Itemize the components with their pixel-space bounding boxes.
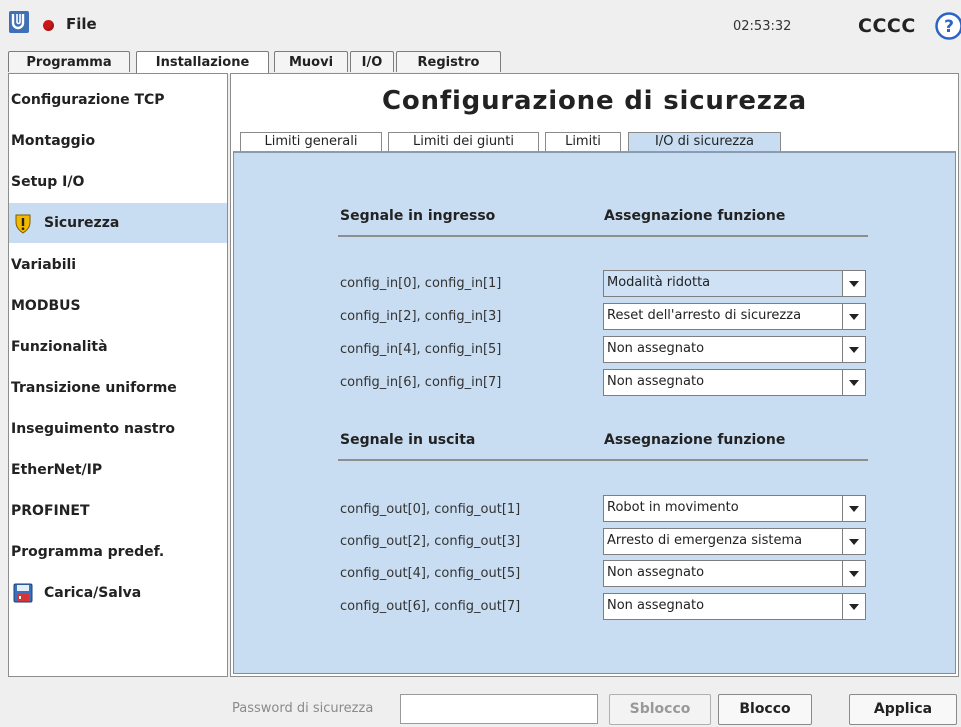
divider (338, 235, 868, 237)
sidebar-item-label: EtherNet/IP (11, 462, 103, 478)
dropdown-arrow-icon[interactable] (842, 271, 865, 296)
tab-registro[interactable]: Registro (396, 51, 501, 72)
sidebar-item-label: Montaggio (11, 133, 96, 149)
dropdown-arrow-icon[interactable] (842, 304, 865, 329)
sidebar-item-ethernet-ip[interactable]: EtherNet/IP (9, 450, 227, 490)
output-function-select[interactable]: Arresto di emergenza sistema (603, 528, 866, 555)
sidebar-item-modbus[interactable]: MODBUS (9, 286, 227, 326)
sidebar-item-label: Transizione uniforme (11, 380, 177, 396)
tab-limiti-dei-giunti[interactable]: Limiti dei giunti (388, 132, 539, 152)
tab-programma[interactable]: Programma (8, 51, 130, 72)
input-function-select[interactable]: Non assegnato (603, 369, 866, 396)
sidebar-item-variabili[interactable]: Variabili (9, 245, 227, 285)
unlock-button[interactable]: Sblocco (609, 694, 711, 725)
dropdown-arrow-icon[interactable] (842, 561, 865, 586)
divider (338, 459, 868, 461)
input-function-select[interactable]: Modalità ridotta (603, 270, 866, 297)
output-signal-label: config_out[6], config_out[7] (340, 599, 521, 614)
output-function-select[interactable]: Robot in movimento (603, 495, 866, 522)
bottom-bar: Password di sicurezza Sblocco Blocco App… (0, 677, 961, 727)
output-signal-label: config_out[0], config_out[1] (340, 502, 521, 517)
input-signal-header: Segnale in ingresso (340, 208, 496, 224)
sidebar-item-label: MODBUS (11, 298, 81, 314)
output-signal-label: config_out[2], config_out[3] (340, 534, 521, 549)
sidebar-item-label: PROFINET (11, 503, 90, 519)
sidebar-item-label: Variabili (11, 257, 77, 273)
tab-limiti-generali[interactable]: Limiti generali (240, 132, 382, 152)
input-function-select[interactable]: Non assegnato (603, 336, 866, 363)
sidebar-item-label: Funzionalità (11, 339, 108, 355)
universal-robots-logo-icon (9, 11, 29, 33)
sidebar-item-inseguimento-nastro[interactable]: Inseguimento nastro (9, 409, 227, 449)
apply-button[interactable]: Applica (849, 694, 957, 725)
select-value: Reset dell'arresto di sicurezza (607, 308, 802, 323)
sidebar-item-funzionalita[interactable]: Funzionalità (9, 327, 227, 367)
output-signal-label: config_out[4], config_out[5] (340, 566, 521, 581)
lock-button[interactable]: Blocco (718, 694, 812, 725)
sidebar-item-programma-predef[interactable]: Programma predef. (9, 532, 227, 572)
sidebar-item-setup-io[interactable]: Setup I/O (9, 162, 227, 202)
input-signal-label: config_in[6], config_in[7] (340, 375, 502, 390)
floppy-disk-icon (13, 583, 33, 603)
sidebar-item-configurazione-tcp[interactable]: Configurazione TCP (9, 80, 227, 120)
svg-text:?: ? (944, 17, 954, 37)
dropdown-arrow-icon[interactable] (842, 594, 865, 619)
output-function-select[interactable]: Non assegnato (603, 560, 866, 587)
input-signal-label: config_in[4], config_in[5] (340, 342, 502, 357)
output-function-select[interactable]: Non assegnato (603, 593, 866, 620)
content-area: Configurazione di sicurezza Limiti gener… (230, 73, 959, 677)
sidebar-item-profinet[interactable]: PROFINET (9, 491, 227, 531)
robot-name: CCCC (858, 15, 916, 37)
select-value: Modalità ridotta (607, 275, 711, 290)
sidebar-item-sicurezza[interactable]: Sicurezza (9, 203, 227, 243)
select-value: Non assegnato (607, 565, 705, 580)
page-title: Configurazione di sicurezza (381, 86, 808, 116)
select-value: Non assegnato (607, 598, 705, 613)
sidebar-item-carica-salva[interactable]: Carica/Salva (9, 573, 227, 613)
safety-password-input[interactable] (400, 694, 598, 724)
sidebar-item-label: Configurazione TCP (11, 92, 165, 108)
input-function-select[interactable]: Reset dell'arresto di sicurezza (603, 303, 866, 330)
record-status-icon (43, 20, 54, 31)
output-function-header: Assegnazione funzione (604, 432, 786, 448)
warning-icon (15, 214, 31, 234)
sidebar-item-montaggio[interactable]: Montaggio (9, 121, 227, 161)
dropdown-arrow-icon[interactable] (842, 529, 865, 554)
safety-io-panel: Segnale in ingresso Assegnazione funzion… (233, 151, 956, 674)
sidebar: Configurazione TCP Montaggio Setup I/O S… (8, 73, 228, 677)
sub-tab-bar: Limiti generali Limiti dei giunti Limiti… (232, 130, 959, 152)
sidebar-item-label: Programma predef. (11, 544, 165, 560)
sidebar-item-transizione-uniforme[interactable]: Transizione uniforme (9, 368, 227, 408)
help-icon[interactable]: ? (935, 12, 961, 40)
dropdown-arrow-icon[interactable] (842, 496, 865, 521)
password-label: Password di sicurezza (232, 701, 374, 716)
sidebar-item-label: Carica/Salva (44, 585, 142, 601)
input-signal-label: config_in[2], config_in[3] (340, 309, 502, 324)
file-menu[interactable]: File (66, 15, 97, 33)
sidebar-item-label: Inseguimento nastro (11, 421, 175, 437)
select-value: Robot in movimento (607, 500, 739, 515)
tab-io[interactable]: I/O (350, 51, 394, 72)
input-signal-label: config_in[0], config_in[1] (340, 276, 502, 291)
dropdown-arrow-icon[interactable] (842, 337, 865, 362)
sidebar-item-label: Setup I/O (11, 174, 85, 190)
dropdown-arrow-icon[interactable] (842, 370, 865, 395)
tab-muovi[interactable]: Muovi (274, 51, 348, 72)
select-value: Non assegnato (607, 341, 705, 356)
tab-io-di-sicurezza[interactable]: I/O di sicurezza (628, 132, 781, 152)
input-function-header: Assegnazione funzione (604, 208, 786, 224)
tab-limiti[interactable]: Limiti (545, 132, 621, 152)
select-value: Non assegnato (607, 374, 705, 389)
tab-installazione[interactable]: Installazione (136, 51, 269, 74)
top-bar: File 02:53:32 CCCC ? (0, 0, 961, 50)
output-signal-header: Segnale in uscita (340, 432, 476, 448)
sidebar-item-label: Sicurezza (44, 215, 120, 231)
select-value: Arresto di emergenza sistema (607, 533, 803, 548)
clock: 02:53:32 (733, 19, 792, 34)
